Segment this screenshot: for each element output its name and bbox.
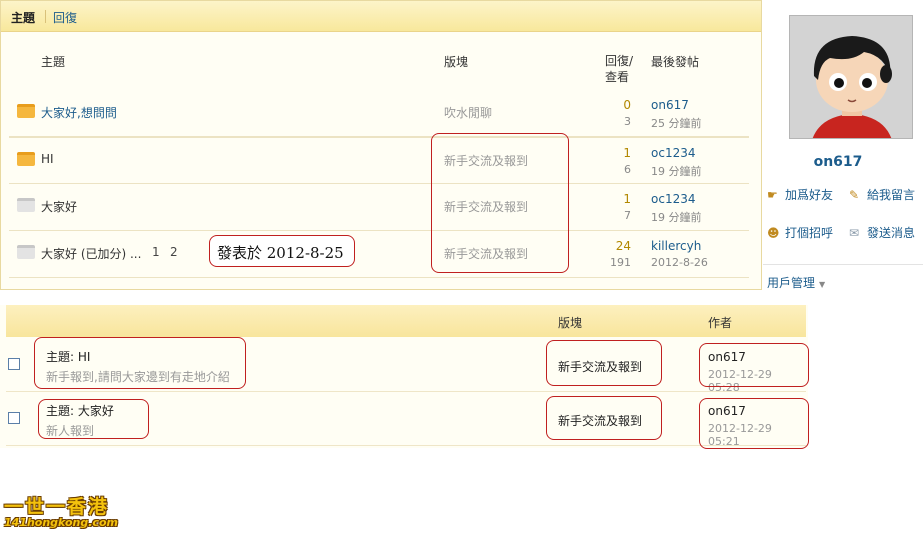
user-profile-sidebar: on617 ☛ 加爲好友 ✎ 給我留言 ☻ 打個招呼 ✉ 發送消息 用戶管理 ▼ bbox=[763, 0, 923, 300]
folder-new-icon bbox=[17, 104, 35, 118]
leave-message-link[interactable]: ✎ 給我留言 bbox=[849, 186, 915, 203]
last-post-time: 2012-8-26 bbox=[651, 256, 708, 269]
thread-title-link[interactable]: 大家好 bbox=[41, 198, 77, 215]
view-count: 191 bbox=[610, 256, 631, 269]
reply-count: 1 bbox=[623, 146, 631, 160]
last-poster-link[interactable]: on617 bbox=[651, 98, 689, 112]
avatar-cartoon-icon bbox=[790, 16, 912, 138]
reply-count: 0 bbox=[623, 98, 631, 112]
annotation-box-author bbox=[699, 398, 809, 449]
thread-title-link[interactable]: HI bbox=[41, 152, 54, 166]
thread-row: HI 新手交流及報到 1 6 oc1234 19 分鐘前 bbox=[9, 137, 749, 184]
last-poster-link[interactable]: killercyh bbox=[651, 239, 701, 253]
thread-list-panel: 主題 回復 主題 版塊 回復/查看 最後發帖 大家好,想問問 吹水閒聊 0 3 … bbox=[0, 0, 762, 290]
last-post-time: 19 分鐘前 bbox=[651, 165, 702, 178]
folder-new-icon bbox=[17, 152, 35, 166]
tab-separator bbox=[45, 10, 46, 23]
column-header-board: 版塊 bbox=[444, 55, 469, 69]
greet-label: 打個招呼 bbox=[785, 226, 834, 240]
thread-tab-bar: 主題 回復 bbox=[1, 1, 761, 32]
page-link-1[interactable]: 1 bbox=[152, 245, 160, 259]
thread-row: 大家好 新手交流及報到 1 7 oc1234 19 分鐘前 bbox=[9, 184, 749, 231]
view-count: 6 bbox=[624, 163, 631, 176]
annotation-box-subject bbox=[34, 337, 246, 389]
reply-count: 24 bbox=[615, 239, 631, 253]
send-message-link[interactable]: ✉ 發送消息 bbox=[849, 224, 915, 241]
folder-old-icon bbox=[17, 198, 35, 212]
column-header-last-post: 最後發帖 bbox=[651, 55, 700, 69]
page-link-2[interactable]: 2 bbox=[170, 245, 178, 259]
site-watermark-logo: 一世一香港 141hongkong.com bbox=[4, 492, 134, 534]
envelope-icon: ✉ bbox=[849, 226, 860, 240]
thread-row: 大家好 (已加分) ... 1 2 新手交流及報到 24 191 killerc… bbox=[9, 231, 749, 278]
tab-topics[interactable]: 主題 bbox=[11, 9, 35, 26]
annotation-post-date-text: 發表於 2012-8-25 bbox=[217, 244, 344, 262]
user-management-label: 用戶管理 bbox=[767, 276, 816, 290]
avatar[interactable] bbox=[789, 15, 913, 139]
reply-count: 1 bbox=[623, 192, 631, 206]
row-checkbox[interactable] bbox=[8, 412, 20, 424]
column-header-author: 作者 bbox=[708, 316, 733, 330]
last-poster-link[interactable]: oc1234 bbox=[651, 146, 695, 160]
thread-title-link[interactable]: 大家好 (已加分) ... bbox=[41, 245, 141, 262]
column-header-topic: 主題 bbox=[41, 55, 66, 69]
folder-old-icon bbox=[17, 245, 35, 259]
tab-replies[interactable]: 回復 bbox=[53, 9, 77, 26]
profile-username[interactable]: on617 bbox=[763, 154, 913, 170]
column-header-board: 版塊 bbox=[558, 316, 583, 330]
annotation-box-subject bbox=[38, 399, 149, 439]
annotation-post-date: 發表於 2012-8-25 bbox=[209, 235, 355, 267]
add-friend-label: 加爲好友 bbox=[785, 188, 834, 202]
annotation-box-board bbox=[546, 396, 662, 440]
handshake-icon: ☛ bbox=[767, 188, 778, 202]
thread-board-link[interactable]: 吹水閒聊 bbox=[444, 104, 492, 121]
thread-row: 大家好,想問問 吹水閒聊 0 3 on617 25 分鐘前 bbox=[9, 90, 749, 137]
watermark-url: 141hongkong.com bbox=[4, 516, 118, 529]
row-checkbox[interactable] bbox=[8, 358, 20, 370]
user-management-menu[interactable]: 用戶管理 ▼ bbox=[767, 274, 825, 291]
annotation-box-board bbox=[546, 340, 662, 386]
annotation-box-author bbox=[699, 343, 809, 387]
wave-icon: ☻ bbox=[767, 226, 780, 240]
thread-title-link[interactable]: 大家好,想問問 bbox=[41, 104, 117, 121]
last-post-time: 19 分鐘前 bbox=[651, 211, 702, 224]
chevron-down-icon: ▼ bbox=[819, 280, 826, 289]
view-count: 7 bbox=[624, 209, 631, 222]
watermark-title: 一世一香港 bbox=[4, 496, 110, 518]
greet-link[interactable]: ☻ 打個招呼 bbox=[767, 224, 833, 241]
view-count: 3 bbox=[624, 115, 631, 128]
divider bbox=[763, 264, 923, 265]
add-friend-link[interactable]: ☛ 加爲好友 bbox=[767, 186, 833, 203]
leave-message-label: 給我留言 bbox=[867, 188, 916, 202]
last-post-time: 25 分鐘前 bbox=[651, 117, 702, 130]
last-poster-link[interactable]: oc1234 bbox=[651, 192, 695, 206]
column-header-replies-views: 回復/查看 bbox=[605, 54, 634, 84]
send-message-label: 發送消息 bbox=[867, 226, 916, 240]
annotation-box-boards bbox=[431, 133, 569, 273]
pencil-icon: ✎ bbox=[849, 188, 860, 202]
post-list-header: 版塊 作者 bbox=[6, 305, 806, 337]
